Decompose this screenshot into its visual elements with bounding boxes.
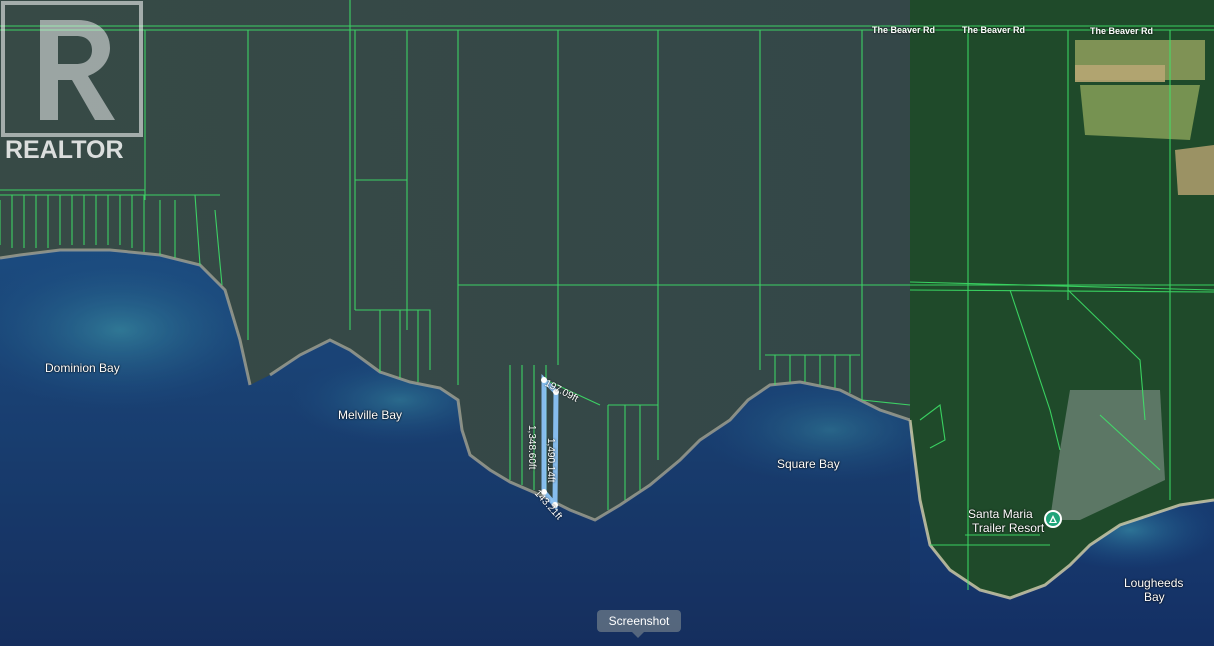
satellite-map[interactable] — [0, 0, 1214, 646]
place-label-santa-maria: Santa Maria — [968, 507, 1033, 521]
screenshot-button[interactable]: Screenshot — [597, 610, 681, 632]
campground-icon[interactable] — [1044, 510, 1062, 528]
place-label-santa-maria-2: Trailer Resort — [972, 521, 1045, 535]
farmland — [1175, 145, 1214, 195]
place-label-square-bay: Square Bay — [777, 457, 840, 471]
farmland — [1080, 85, 1200, 140]
place-label-lougheeds-bay: Lougheeds — [1124, 576, 1184, 590]
place-label-lougheeds-bay-2: Bay — [1144, 590, 1165, 604]
realtor-logo-text: REALTOR — [5, 136, 124, 164]
place-label-dominion-bay: Dominion Bay — [45, 361, 120, 375]
screenshot-caret — [632, 632, 644, 638]
farmland — [1075, 65, 1165, 82]
road-label: The Beaver Rd — [962, 25, 1026, 35]
measurement-label-left: 1,348.60ft — [526, 425, 537, 470]
measurement-label-right: 1,490.14ft — [545, 438, 556, 483]
realtor-logo: REALTOR — [0, 0, 145, 175]
place-label-melville-bay: Melville Bay — [338, 408, 403, 422]
realtor-r-icon — [1, 1, 143, 137]
road-label: The Beaver Rd — [872, 25, 936, 35]
road-label: The Beaver Rd — [1090, 26, 1154, 36]
